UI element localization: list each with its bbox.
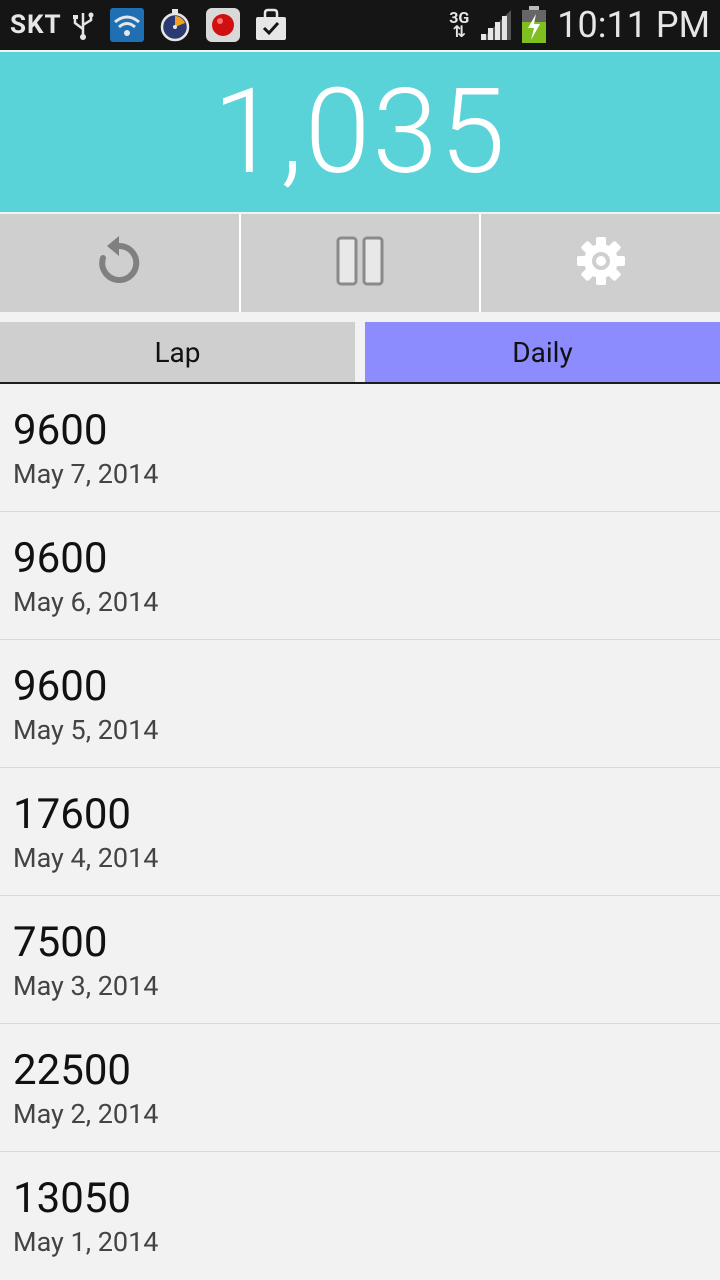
list-item-value: 9600 (13, 534, 108, 583)
pause-button[interactable] (240, 214, 480, 312)
shopping-bag-icon (254, 8, 288, 42)
list-item-value: 17600 (13, 790, 132, 839)
list-item[interactable]: 9600 May 7, 2014 (0, 384, 720, 512)
list-item-value: 9600 (13, 406, 108, 455)
tab-bar: Lap Daily (0, 322, 720, 384)
tab-daily[interactable]: Daily (365, 322, 720, 382)
record-icon (205, 8, 240, 42)
list-item[interactable]: 9600 May 5, 2014 (0, 640, 720, 768)
status-bar: SKT 3G ⇅ 10:11 PM (0, 0, 720, 50)
list-item-date: May 7, 2014 (13, 458, 159, 490)
stopwatch-icon (158, 8, 192, 42)
settings-button[interactable] (481, 214, 720, 312)
list-item-date: May 5, 2014 (13, 714, 159, 746)
signal-icon (479, 8, 513, 42)
reset-button[interactable] (0, 214, 239, 312)
counter-value: 1,035 (212, 63, 508, 201)
list-item-date: May 4, 2014 (13, 842, 159, 874)
list-item-date: May 6, 2014 (13, 586, 159, 618)
list-item[interactable]: 13050 May 1, 2014 (0, 1152, 720, 1280)
network-type-label: 3G ⇅ (449, 8, 470, 41)
wifi-icon (109, 8, 144, 42)
pause-icon (336, 236, 384, 290)
usb-icon (70, 8, 96, 42)
list-item-value: 22500 (13, 1046, 132, 1095)
gear-icon (576, 236, 626, 290)
list-item-value: 7500 (13, 918, 108, 967)
daily-list: 9600 May 7, 2014 9600 May 6, 2014 9600 M… (0, 384, 720, 1280)
battery-charging-icon (521, 6, 547, 43)
list-item-date: May 1, 2014 (13, 1226, 159, 1258)
list-item[interactable]: 9600 May 6, 2014 (0, 512, 720, 640)
list-item[interactable]: 17600 May 4, 2014 (0, 768, 720, 896)
list-item-value: 13050 (13, 1174, 132, 1223)
reset-icon (95, 236, 143, 290)
control-bar (0, 214, 720, 312)
list-item-date: May 3, 2014 (13, 970, 159, 1002)
list-item-date: May 2, 2014 (13, 1098, 159, 1130)
tab-divider (355, 322, 365, 382)
step-counter-display: 1,035 (0, 52, 720, 212)
tab-lap[interactable]: Lap (0, 322, 355, 382)
list-item[interactable]: 7500 May 3, 2014 (0, 896, 720, 1024)
carrier-label: SKT (10, 10, 62, 40)
list-item[interactable]: 22500 May 2, 2014 (0, 1024, 720, 1152)
list-item-value: 9600 (13, 662, 108, 711)
clock: 10:11 PM (557, 4, 710, 46)
network-text: 3G (449, 8, 470, 27)
